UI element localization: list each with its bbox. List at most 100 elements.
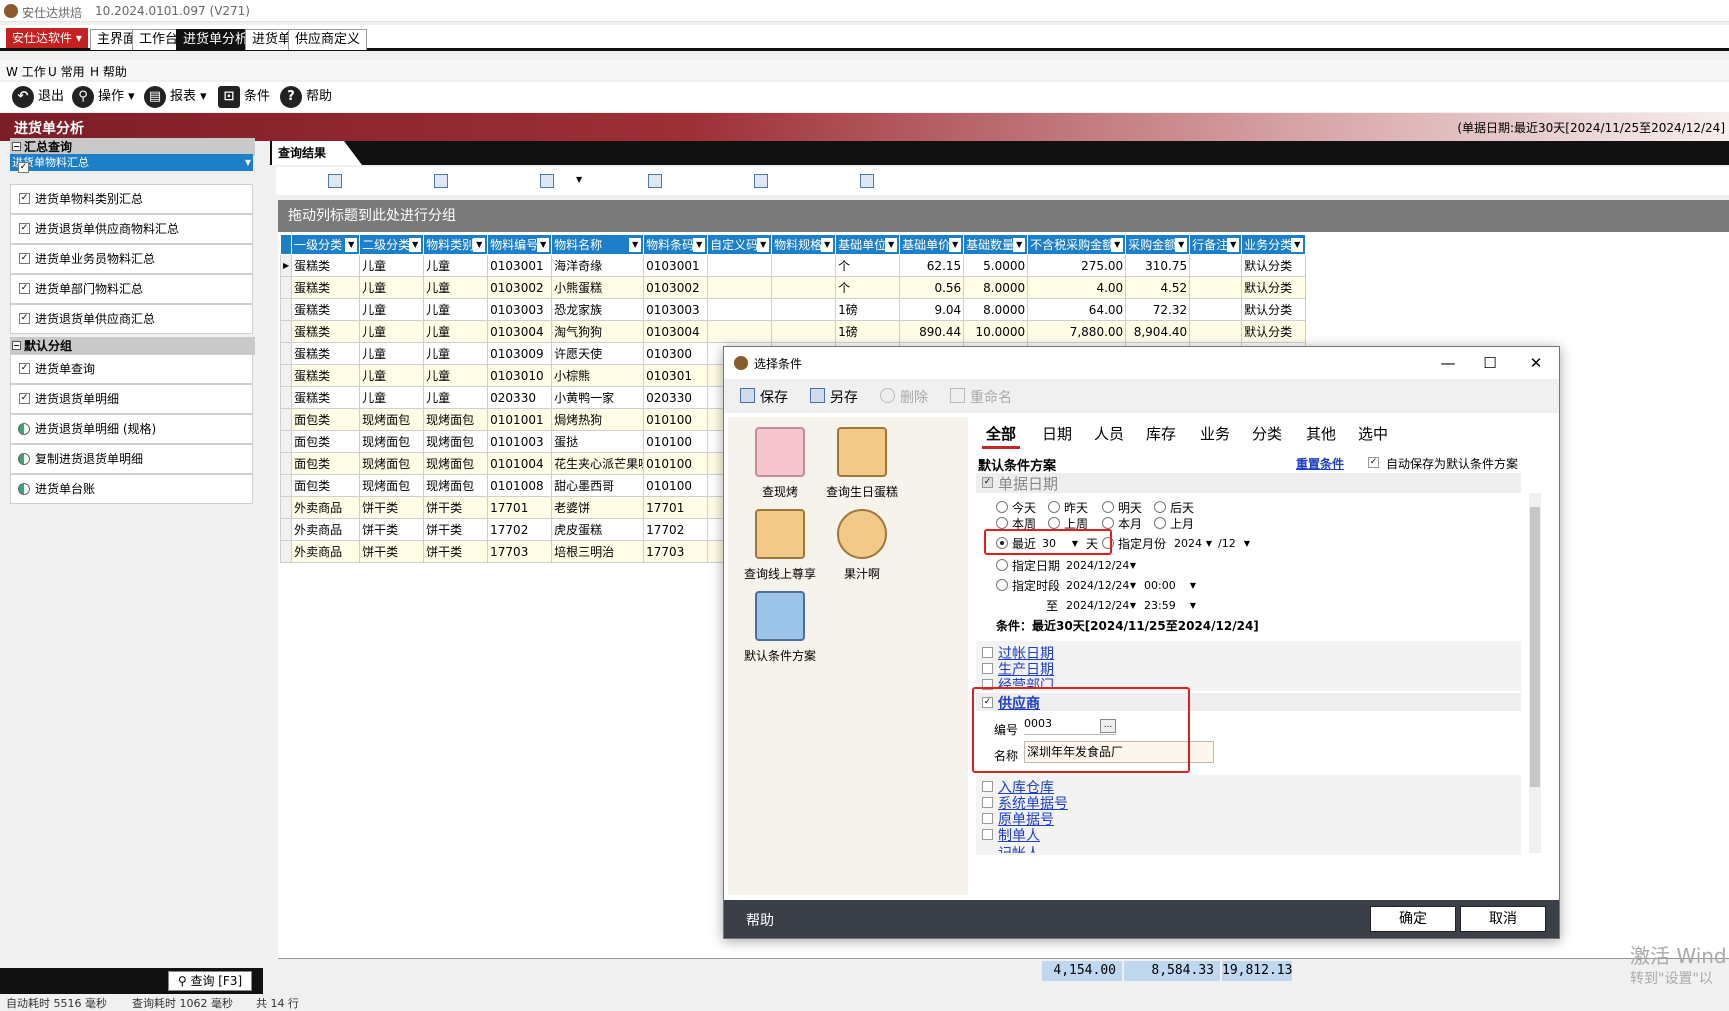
report-button[interactable]: ▤ 报表 ▾: [144, 86, 207, 108]
menu-help[interactable]: H 帮助: [90, 63, 127, 80]
radio-this-week[interactable]: [996, 517, 1008, 529]
tab-selected[interactable]: 选中: [1354, 423, 1392, 449]
radio-tomorrow[interactable]: [1102, 501, 1114, 513]
help-button[interactable]: ? 帮助: [280, 86, 332, 108]
nav-item[interactable]: ✓ 进货单物料类别汇总: [10, 184, 253, 214]
row-indicator[interactable]: [279, 276, 293, 299]
nav-item[interactable]: ✓ 进货单物料汇总: [10, 154, 253, 173]
filter-dropdown-icon[interactable]: ▼: [1175, 238, 1188, 252]
radio-today[interactable]: [996, 501, 1008, 513]
filter-dropdown-icon[interactable]: ▼: [1111, 238, 1124, 252]
tab-stock[interactable]: 库存: [1142, 423, 1180, 449]
operate-button[interactable]: ⚲ 操作 ▾: [72, 86, 135, 108]
radio-specified-date[interactable]: [996, 559, 1008, 571]
radio-yesterday[interactable]: [1048, 501, 1060, 513]
nav-item[interactable]: ✓ 进货单部门物料汇总: [10, 274, 253, 304]
checkbox-posting-date[interactable]: [982, 647, 993, 658]
date-checkbox[interactable]: ✓: [982, 477, 993, 488]
condition-button[interactable]: ⊡ 条件: [218, 86, 270, 108]
column-header[interactable]: 物料规格 ▼: [771, 234, 837, 255]
reset-conditions-link[interactable]: 重置条件: [1296, 455, 1344, 472]
print-icon[interactable]: [754, 174, 768, 188]
checkbox-warehouse[interactable]: [982, 781, 993, 792]
row-indicator[interactable]: [279, 452, 293, 475]
row-indicator[interactable]: [279, 298, 293, 321]
dropdown-icon[interactable]: ▼: [576, 175, 582, 184]
tab-date[interactable]: 日期: [1038, 423, 1076, 449]
row-indicator[interactable]: [279, 540, 293, 563]
filter-dropdown-icon[interactable]: ▼: [1013, 238, 1026, 252]
results-tab[interactable]: 查询结果: [272, 141, 363, 165]
month-select[interactable]: /12: [1216, 535, 1252, 552]
autosave-checkbox[interactable]: ✓: [1368, 457, 1379, 468]
row-indicator[interactable]: [279, 496, 293, 519]
nav-item[interactable]: ✓ 进货单查询: [10, 354, 253, 384]
scheme-tile[interactable]: 查询生日蛋糕: [812, 427, 912, 500]
link-bookkeeper[interactable]: 记帐人: [998, 843, 1040, 853]
footer-help[interactable]: 帮助: [746, 910, 774, 930]
filter-dropdown-icon[interactable]: ▼: [409, 238, 422, 252]
table-row[interactable]: 蛋糕类 儿童 儿童 0103003 恐龙家族 0103003 1磅 9.04 8.0000 64.…: [279, 298, 1307, 321]
row-indicator[interactable]: [279, 430, 293, 453]
brand-menu-button[interactable]: 安仕达软件 ▾: [6, 28, 88, 48]
column-header[interactable]: 物料名称 ▼: [551, 234, 645, 255]
radio-last-month[interactable]: [1154, 517, 1166, 529]
column-header[interactable]: 二级分类 ▼: [359, 234, 425, 255]
filter-dropdown-icon[interactable]: ▼: [345, 238, 358, 252]
columns-icon[interactable]: [434, 174, 448, 188]
radio-day-after[interactable]: [1154, 501, 1166, 513]
radio-period[interactable]: [996, 579, 1008, 591]
menu-common[interactable]: U 常用: [48, 63, 85, 80]
row-indicator[interactable]: [279, 474, 293, 497]
table-row[interactable]: 蛋糕类 儿童 儿童 0103002 小熊蛋糕 0103002 个 0.56 8.0000 4.00…: [279, 276, 1307, 299]
filter-dropdown-icon[interactable]: ▼: [537, 238, 550, 252]
rename-button[interactable]: 重命名: [950, 387, 1012, 407]
checkbox-sys-no[interactable]: [982, 797, 993, 808]
filter-dropdown-icon[interactable]: ▼: [821, 238, 834, 252]
from-time-select[interactable]: 00:00: [1142, 577, 1198, 594]
filter-dropdown-icon[interactable]: ▼: [473, 238, 486, 252]
column-header[interactable]: 业务分类 ▼: [1241, 234, 1307, 255]
to-date-select[interactable]: 2024/12/24: [1064, 597, 1138, 614]
column-header[interactable]: 物料类别 ▼: [423, 234, 489, 255]
column-header[interactable]: 基础数量 ▼: [963, 234, 1029, 255]
row-indicator[interactable]: [279, 518, 293, 541]
row-indicator[interactable]: [279, 342, 293, 365]
settings-icon[interactable]: [860, 174, 874, 188]
checkbox-production-date[interactable]: [982, 663, 993, 674]
nav-item[interactable]: ✓ 进货退货单供应商物料汇总: [10, 214, 253, 244]
export-icon[interactable]: [540, 174, 554, 188]
column-header[interactable]: 行备注 ▼: [1189, 234, 1243, 255]
layout-icon[interactable]: [328, 174, 342, 188]
checkbox-creator[interactable]: [982, 829, 993, 840]
exit-button[interactable]: ↶ 退出: [12, 86, 64, 108]
save-as-button[interactable]: 另存: [810, 387, 858, 407]
column-header[interactable]: 自定义码 ▼: [707, 234, 773, 255]
scrollbar-thumb[interactable]: [1530, 507, 1540, 787]
year-select[interactable]: 2024: [1172, 535, 1214, 552]
column-header[interactable]: 一级分类 ▼: [291, 234, 361, 255]
minimize-button[interactable]: —: [1428, 351, 1468, 375]
table-row[interactable]: ▶ 蛋糕类 儿童 儿童 0103001 海洋奇缘 0103001 个 62.15 5.0000 27…: [279, 254, 1307, 277]
radio-last-week[interactable]: [1048, 517, 1060, 529]
table-row[interactable]: 蛋糕类 儿童 儿童 0103004 淘气狗狗 0103004 1磅 890.44 10.0000…: [279, 320, 1307, 343]
tab-business[interactable]: 业务: [1196, 423, 1234, 449]
close-button[interactable]: ✕: [1516, 351, 1556, 375]
to-time-select[interactable]: 23:59: [1142, 597, 1198, 614]
scheme-tile[interactable]: 默认条件方案: [730, 591, 830, 664]
checkbox-orig-no[interactable]: [982, 813, 993, 824]
tab-other[interactable]: 其他: [1302, 423, 1340, 449]
ok-button[interactable]: 确定: [1370, 906, 1456, 932]
nav-item[interactable]: 进货退货单明细 (规格): [10, 414, 253, 444]
specified-date-select[interactable]: 2024/12/24: [1064, 557, 1138, 574]
nav-item[interactable]: 复制进货退货单明细: [10, 444, 253, 474]
group-default-header[interactable]: − 默认分组: [10, 337, 255, 355]
filter-dropdown-icon[interactable]: ▼: [1291, 238, 1304, 252]
tab-supplier-def[interactable]: 供应商定义: [288, 29, 368, 50]
column-header[interactable]: 基础单位 ▼: [835, 234, 901, 255]
from-date-select[interactable]: 2024/12/24: [1064, 577, 1138, 594]
link-creator[interactable]: 制单人: [998, 825, 1040, 845]
save-button[interactable]: 保存: [740, 387, 788, 407]
nav-item[interactable]: 进货单台账: [10, 474, 253, 504]
dialog-scrollbar[interactable]: [1529, 493, 1541, 853]
